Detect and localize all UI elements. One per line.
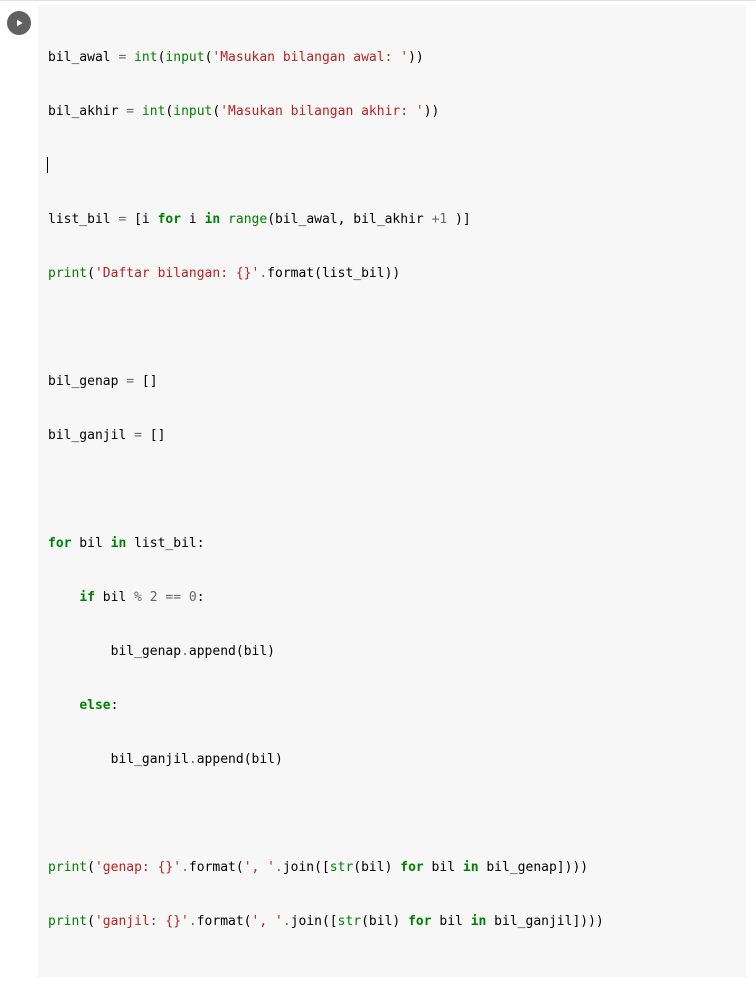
code-line [48,481,736,499]
code-line: bil_genap.append(bil) [48,643,736,661]
code-line: bil_awal = int(input('Masukan bilangan a… [48,49,736,67]
output-line: Masukan bilangan awal: 3 [38,1005,746,1006]
code-line: bil_genap = [] [48,373,736,391]
code-line: print('ganjil: {}'.format(', '.join([str… [48,913,736,931]
code-editor[interactable]: bil_awal = int(input('Masukan bilangan a… [38,5,746,977]
code-line: else: [48,697,736,715]
code-line: bil_ganjil = [] [48,427,736,445]
cell-output: Masukan bilangan awal: 3 Masukan bilanga… [0,977,756,1006]
code-line: bil_akhir = int(input('Masukan bilangan … [48,103,736,121]
code-cell: bil_awal = int(input('Masukan bilangan a… [0,1,756,977]
code-line: if bil % 2 == 0: [48,589,736,607]
text-cursor [47,157,48,173]
code-line [48,157,736,175]
play-icon [13,17,25,29]
code-line: print('Daftar bilangan: {}'.format(list_… [48,265,736,283]
code-line [48,805,736,823]
cell-gutter [0,5,38,977]
run-button[interactable] [7,11,31,35]
code-line: print('genap: {}'.format(', '.join([str(… [48,859,736,877]
code-line: list_bil = [i for i in range(bil_awal, b… [48,211,736,229]
code-line: bil_ganjil.append(bil) [48,751,736,769]
code-line [48,319,736,337]
code-line: for bil in list_bil: [48,535,736,553]
